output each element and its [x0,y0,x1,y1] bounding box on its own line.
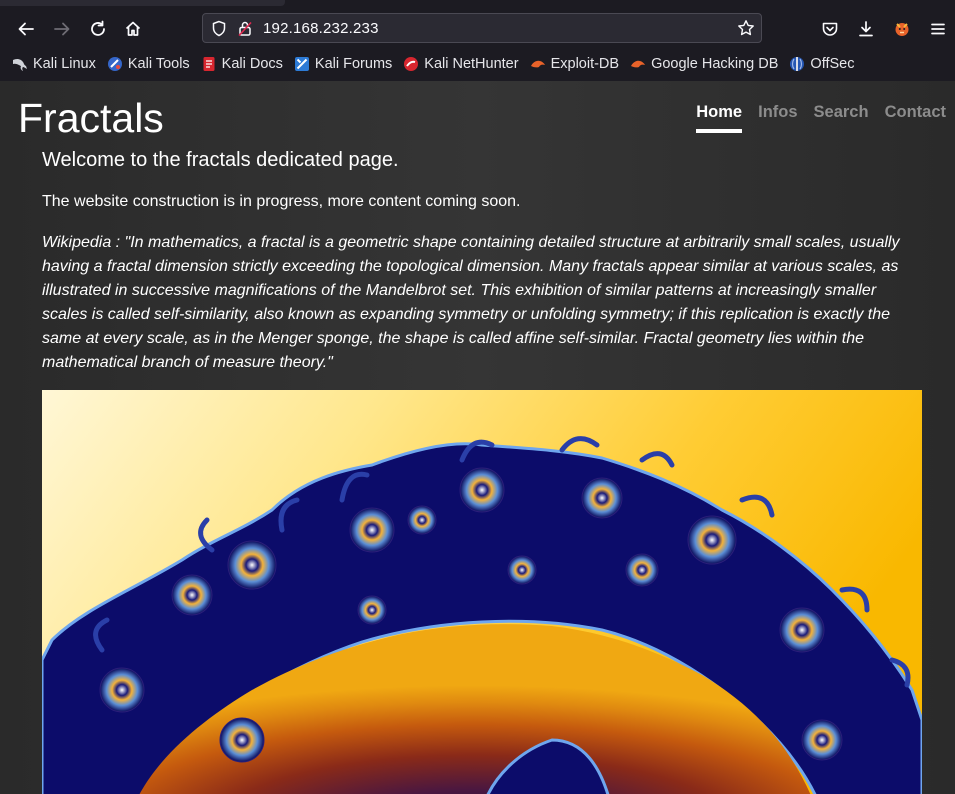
bookmark-offsec[interactable]: OffSec [789,56,854,72]
kali-tools-icon [107,57,122,71]
tab-strip-edge [0,0,285,6]
ghdb-icon [631,60,646,68]
pocket-button[interactable] [815,15,845,43]
kali-forums-icon [294,57,309,71]
bookmark-kali-linux[interactable]: Kali Linux [12,56,96,72]
fractal-image [42,390,922,794]
extension-button[interactable] [887,15,917,43]
bookmark-label: OffSec [810,56,855,72]
downloads-button[interactable] [851,15,881,43]
address-bar[interactable]: 192.168.232.233 [202,13,762,43]
bookmark-label: Exploit-DB [550,56,620,72]
nav-home[interactable]: Home [696,103,743,133]
nav-infos[interactable]: Infos [758,103,797,133]
reload-icon [91,20,105,36]
bookmark-kali-tools[interactable]: Kali Tools [107,56,190,72]
arrow-left-icon [18,22,34,36]
wikipedia-quote: Wikipedia : "In mathematics, a fractal i… [42,234,900,371]
bookmark-label: Kali NetHunter [424,56,519,72]
pocket-icon [822,22,838,36]
exploit-db-icon [530,60,545,68]
bookmark-kali-forums[interactable]: Kali Forums [294,56,392,72]
bookmark-exploit-db[interactable]: Exploit-DB [530,56,620,72]
download-icon [859,21,873,37]
forward-button[interactable] [47,15,77,43]
browser-toolbar: 192.168.232.233 [0,8,955,50]
welcome-heading: Welcome to the fractals dedicated page. [42,149,399,171]
bookmark-label: Google Hacking DB [651,56,779,72]
site-nav: Home Infos Search Contact [680,103,946,133]
kali-dragon-icon [13,58,27,71]
page-viewport: Fractals Home Infos Search Contact Welco… [0,81,955,794]
bookmarks-toolbar: Kali Linux Kali Tools Kali Docs Kali For… [0,50,955,78]
bookmark-label: Kali Forums [314,56,393,72]
kali-docs-icon [203,57,215,71]
app-menu-button[interactable] [923,15,953,43]
offsec-icon [790,57,805,71]
insecure-lock-icon[interactable] [237,20,253,41]
bookmark-label: Kali Linux [33,56,96,72]
kali-nethunter-icon [404,57,419,71]
bookmark-label: Kali Tools [127,56,190,72]
hamburger-menu-icon [931,23,945,35]
url-text[interactable]: 192.168.232.233 [263,20,379,37]
bookmark-kali-docs[interactable]: Kali Docs [201,56,283,72]
nav-contact[interactable]: Contact [885,103,946,133]
tab-strip [0,0,955,8]
arrow-right-icon [54,22,70,36]
construction-notice: The website construction is in progress,… [42,193,521,210]
home-icon [125,21,141,36]
bookmark-label: Kali Docs [221,56,283,72]
bookmark-kali-nethunter[interactable]: Kali NetHunter [403,56,519,72]
home-button[interactable] [118,15,148,43]
nav-search[interactable]: Search [814,103,869,133]
back-button[interactable] [11,15,41,43]
reload-button[interactable] [83,15,113,43]
bookmark-star-icon[interactable] [737,19,755,41]
tracking-protection-shield-icon[interactable] [211,20,227,41]
bookmark-google-hacking-db[interactable]: Google Hacking DB [630,56,778,72]
fox-extension-icon [895,23,909,36]
site-title: Fractals [18,95,164,141]
